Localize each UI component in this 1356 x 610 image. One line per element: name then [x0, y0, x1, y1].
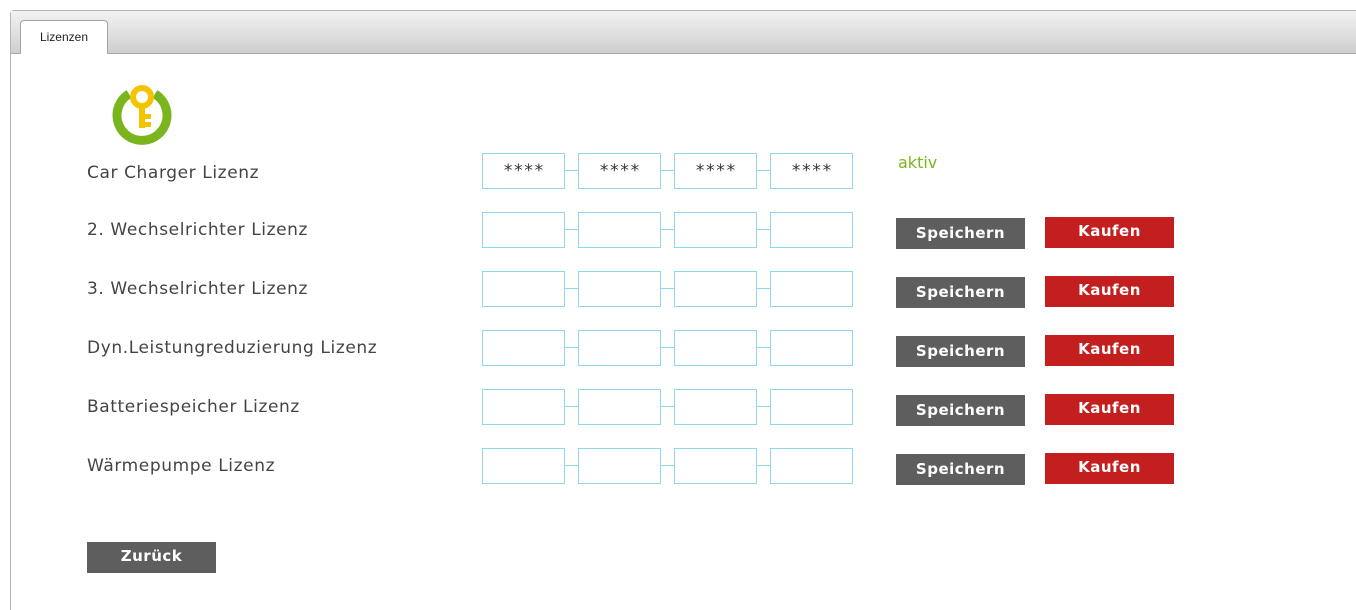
- save-button[interactable]: Speichern: [896, 454, 1025, 485]
- buy-button[interactable]: Kaufen: [1045, 394, 1174, 425]
- license-status-active: aktiv: [898, 153, 938, 172]
- license-key-segment-1[interactable]: [482, 448, 565, 484]
- license-row-batteriespeicher: Batteriespeicher Lizenz Speichern Kaufen: [0, 389, 1356, 427]
- license-key-segment-2[interactable]: [578, 212, 661, 248]
- license-key-segment-4[interactable]: [770, 212, 853, 248]
- main-panel: [10, 10, 1356, 610]
- license-key-segment-3[interactable]: [674, 153, 757, 189]
- tab-bar: Lizenzen: [11, 11, 1356, 54]
- license-label: Wärmepumpe Lizenz: [87, 456, 276, 476]
- save-button[interactable]: Speichern: [896, 218, 1025, 249]
- license-key-segment-2[interactable]: [578, 153, 661, 189]
- segment-separator: [661, 229, 674, 230]
- license-key-segment-1[interactable]: [482, 153, 565, 189]
- save-button[interactable]: Speichern: [896, 277, 1025, 308]
- license-key-segment-1[interactable]: [482, 212, 565, 248]
- license-key-segment-1[interactable]: [482, 330, 565, 366]
- license-key-segment-3[interactable]: [674, 212, 757, 248]
- segment-separator: [757, 170, 770, 171]
- segment-separator: [757, 406, 770, 407]
- key-power-icon: [112, 85, 172, 145]
- license-key-segment-1[interactable]: [482, 389, 565, 425]
- license-row-wechselrichter-3: 3. Wechselrichter Lizenz Speichern Kaufe…: [0, 271, 1356, 309]
- segment-separator: [757, 288, 770, 289]
- license-key-segment-3[interactable]: [674, 448, 757, 484]
- license-key-segment-2[interactable]: [578, 389, 661, 425]
- tab-lizenzen[interactable]: Lizenzen: [20, 20, 108, 54]
- license-key-segment-4[interactable]: [770, 448, 853, 484]
- license-row-car-charger: Car Charger Lizenz aktiv: [0, 153, 1356, 191]
- license-key-segment-1[interactable]: [482, 271, 565, 307]
- segment-separator: [565, 229, 578, 230]
- license-key-segment-4[interactable]: [770, 330, 853, 366]
- license-row-waermepumpe: Wärmepumpe Lizenz Speichern Kaufen: [0, 448, 1356, 486]
- buy-button[interactable]: Kaufen: [1045, 217, 1174, 248]
- segment-separator: [661, 406, 674, 407]
- license-label: Car Charger Lizenz: [87, 163, 260, 183]
- license-key-segment-2[interactable]: [578, 448, 661, 484]
- license-key-segment-3[interactable]: [674, 271, 757, 307]
- segment-separator: [565, 170, 578, 171]
- license-row-wechselrichter-2: 2. Wechselrichter Lizenz Speichern Kaufe…: [0, 212, 1356, 250]
- segment-separator: [565, 465, 578, 466]
- segment-separator: [661, 170, 674, 171]
- buy-button[interactable]: Kaufen: [1045, 335, 1174, 366]
- segment-separator: [661, 288, 674, 289]
- segment-separator: [757, 229, 770, 230]
- save-button[interactable]: Speichern: [896, 336, 1025, 367]
- license-label: Dyn.Leistungreduzierung Lizenz: [87, 338, 378, 358]
- buy-button[interactable]: Kaufen: [1045, 276, 1174, 307]
- back-button[interactable]: Zurück: [87, 542, 216, 573]
- save-button[interactable]: Speichern: [896, 395, 1025, 426]
- segment-separator: [661, 465, 674, 466]
- segment-separator: [757, 347, 770, 348]
- segment-separator: [757, 465, 770, 466]
- license-row-dyn-leistungreduzierung: Dyn.Leistungreduzierung Lizenz Speichern…: [0, 330, 1356, 368]
- license-key-segment-2[interactable]: [578, 330, 661, 366]
- license-key-segment-3[interactable]: [674, 330, 757, 366]
- license-key-segment-4[interactable]: [770, 389, 853, 425]
- license-key-segment-3[interactable]: [674, 389, 757, 425]
- buy-button[interactable]: Kaufen: [1045, 453, 1174, 484]
- segment-separator: [565, 347, 578, 348]
- license-label: 3. Wechselrichter Lizenz: [87, 279, 309, 299]
- segment-separator: [565, 288, 578, 289]
- license-key-segment-4[interactable]: [770, 153, 853, 189]
- license-key-segment-4[interactable]: [770, 271, 853, 307]
- segment-separator: [565, 406, 578, 407]
- segment-separator: [661, 347, 674, 348]
- license-label: Batteriespeicher Lizenz: [87, 397, 300, 417]
- license-label: 2. Wechselrichter Lizenz: [87, 220, 309, 240]
- license-key-segment-2[interactable]: [578, 271, 661, 307]
